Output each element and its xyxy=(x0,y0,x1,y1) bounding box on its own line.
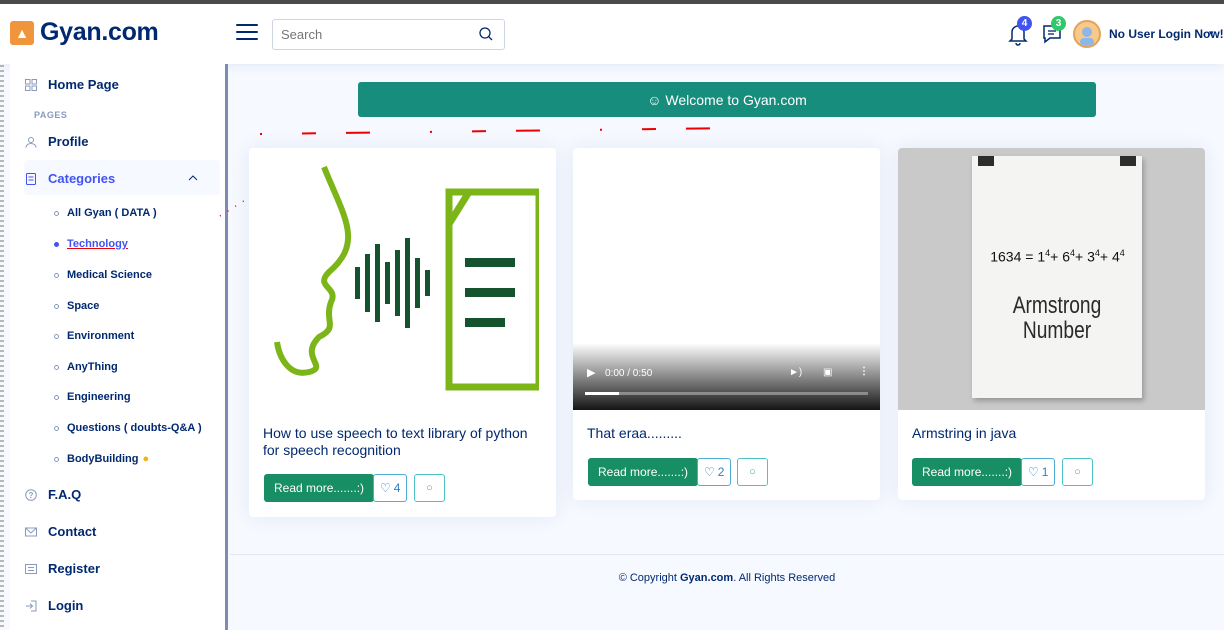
footer-divider xyxy=(230,554,1224,555)
sidebar-item-contact[interactable]: Contact xyxy=(24,524,96,539)
comment-button[interactable]: ○ xyxy=(1062,458,1093,486)
grid-icon xyxy=(24,78,38,92)
menu-toggle-icon[interactable] xyxy=(236,24,258,42)
subitem-all-gyan[interactable]: All Gyan ( DATA ) xyxy=(54,207,157,219)
chevron-down-icon[interactable]: ▾ xyxy=(1209,28,1214,39)
pages-heading: PAGES xyxy=(34,110,68,120)
poster-paper: 1634 = 14+ 64+ 34+ 44 Armstrong Number xyxy=(972,156,1142,398)
person-icon xyxy=(24,135,38,149)
sidebar-item-faq[interactable]: ? F.A.Q xyxy=(24,487,81,502)
play-icon[interactable]: ▶ xyxy=(587,366,595,379)
video-player[interactable]: ▶ 0:00 / 0:50 ►) ▣ ⋮ xyxy=(573,148,880,410)
sidebar-item-profile[interactable]: Profile xyxy=(24,134,88,149)
post-card: 1634 = 14+ 64+ 34+ 44 Armstrong Number A… xyxy=(898,148,1205,500)
avatar[interactable] xyxy=(1073,20,1101,48)
fullscreen-icon[interactable]: ▣ xyxy=(823,367,832,378)
search-icon[interactable] xyxy=(478,26,494,42)
more-options-icon[interactable]: ⋮ xyxy=(859,366,869,377)
poster-equation: 1634 = 14+ 64+ 34+ 44 xyxy=(990,248,1125,265)
sidebar-item-login[interactable]: Login xyxy=(24,598,83,613)
sidebar-item-label: Register xyxy=(48,561,101,576)
user-name[interactable]: No User Login Now! xyxy=(1109,27,1224,41)
like-count: 1 xyxy=(1041,465,1049,479)
read-more-button[interactable]: Read more.......:) xyxy=(588,458,699,486)
welcome-banner: ☺ Welcome to Gyan.com xyxy=(358,82,1096,117)
sidebar-item-label: Login xyxy=(48,598,84,613)
like-button[interactable]: ♡ 2 xyxy=(697,458,732,486)
sidebar-item-label: Home Page xyxy=(48,77,119,92)
subitem-environment[interactable]: Environment xyxy=(54,330,134,342)
notifications-badge: 4 xyxy=(1017,16,1032,31)
comment-button[interactable]: ○ xyxy=(737,458,768,486)
post-title[interactable]: How to use speech to text library of pyt… xyxy=(263,425,543,459)
svg-text:?: ? xyxy=(29,491,34,500)
subitem-medical-science[interactable]: Medical Science xyxy=(54,269,152,281)
footer-copyright: © Copyright Gyan.com. All Rights Reserve… xyxy=(618,572,836,584)
notifications-button[interactable]: 4 xyxy=(1004,16,1034,48)
flexed-biceps-icon: ● xyxy=(142,453,150,465)
sidebar-item-label: F.A.Q xyxy=(48,487,82,502)
armstrong-poster-image: 1634 = 14+ 64+ 34+ 44 Armstrong Number xyxy=(898,148,1205,410)
poster-title: Armstrong Number xyxy=(1012,292,1102,344)
subitem-engineering[interactable]: Engineering xyxy=(54,391,131,403)
like-count: 2 xyxy=(717,465,725,479)
sidebar-item-home[interactable]: Home Page xyxy=(24,77,119,92)
page-edge-marker xyxy=(0,0,4,630)
binder-clip-icon xyxy=(1120,156,1136,166)
like-count: 4 xyxy=(393,481,401,495)
post-title[interactable]: That eraa......... xyxy=(587,425,867,442)
subitem-anything[interactable]: AnyThing xyxy=(54,361,118,373)
thumbs-up-icon: ♡ xyxy=(380,481,391,495)
question-circle-icon: ? xyxy=(24,488,38,502)
subitem-bodybuilding[interactable]: BodyBuilding ● xyxy=(54,453,149,465)
login-icon xyxy=(24,599,38,613)
document-icon xyxy=(24,172,38,186)
read-more-button[interactable]: Read more.......:) xyxy=(912,458,1023,486)
sidebar-item-register[interactable]: Register xyxy=(24,561,100,576)
like-button[interactable]: ♡ 4 xyxy=(373,474,408,502)
top-header: ▲ Gyan.com 4 3 No User Login Now! ▾ xyxy=(0,0,1224,64)
thumbs-up-icon: ♡ xyxy=(1028,465,1039,479)
sidebar-item-label: Categories xyxy=(48,171,116,186)
logo-text: Gyan.com xyxy=(40,18,159,46)
sidebar-item-label: Profile xyxy=(48,134,89,149)
post-card: How to use speech to text library of pyt… xyxy=(249,148,556,517)
comment-icon: ○ xyxy=(1074,466,1081,478)
messages-button[interactable]: 3 xyxy=(1038,16,1068,48)
search-input[interactable] xyxy=(273,27,463,42)
messages-badge: 3 xyxy=(1051,16,1066,31)
comment-icon: ○ xyxy=(749,466,756,478)
volume-icon[interactable]: ►) xyxy=(789,367,802,378)
subitem-questions[interactable]: Questions ( doubts-Q&A ) xyxy=(54,422,202,434)
speech-to-text-illustration xyxy=(274,165,539,391)
comment-icon: ○ xyxy=(426,482,433,494)
logo[interactable]: ▲ Gyan.com xyxy=(10,18,159,47)
like-button[interactable]: ♡ 1 xyxy=(1021,458,1056,486)
user-avatar-icon xyxy=(1080,27,1094,46)
post-title[interactable]: Armstring in java xyxy=(912,425,1192,442)
search-bar xyxy=(272,19,505,50)
sidebar-item-label: Contact xyxy=(48,524,97,539)
binder-clip-icon xyxy=(978,156,994,166)
sidebar-item-categories[interactable]: Categories xyxy=(24,171,115,186)
comment-button[interactable]: ○ xyxy=(414,474,445,502)
video-progress-bar[interactable] xyxy=(585,392,868,395)
subitem-technology[interactable]: Technology xyxy=(54,238,128,250)
post-card: ▶ 0:00 / 0:50 ►) ▣ ⋮ That eraa......... … xyxy=(573,148,880,500)
thumbs-up-icon: ♡ xyxy=(704,465,715,479)
logo-icon: ▲ xyxy=(10,20,34,45)
read-more-button[interactable]: Read more.......:) xyxy=(264,474,375,502)
video-time: 0:00 / 0:50 xyxy=(605,368,653,379)
subitem-space[interactable]: Space xyxy=(54,300,99,312)
card-icon xyxy=(24,562,38,576)
envelope-icon xyxy=(24,525,38,539)
